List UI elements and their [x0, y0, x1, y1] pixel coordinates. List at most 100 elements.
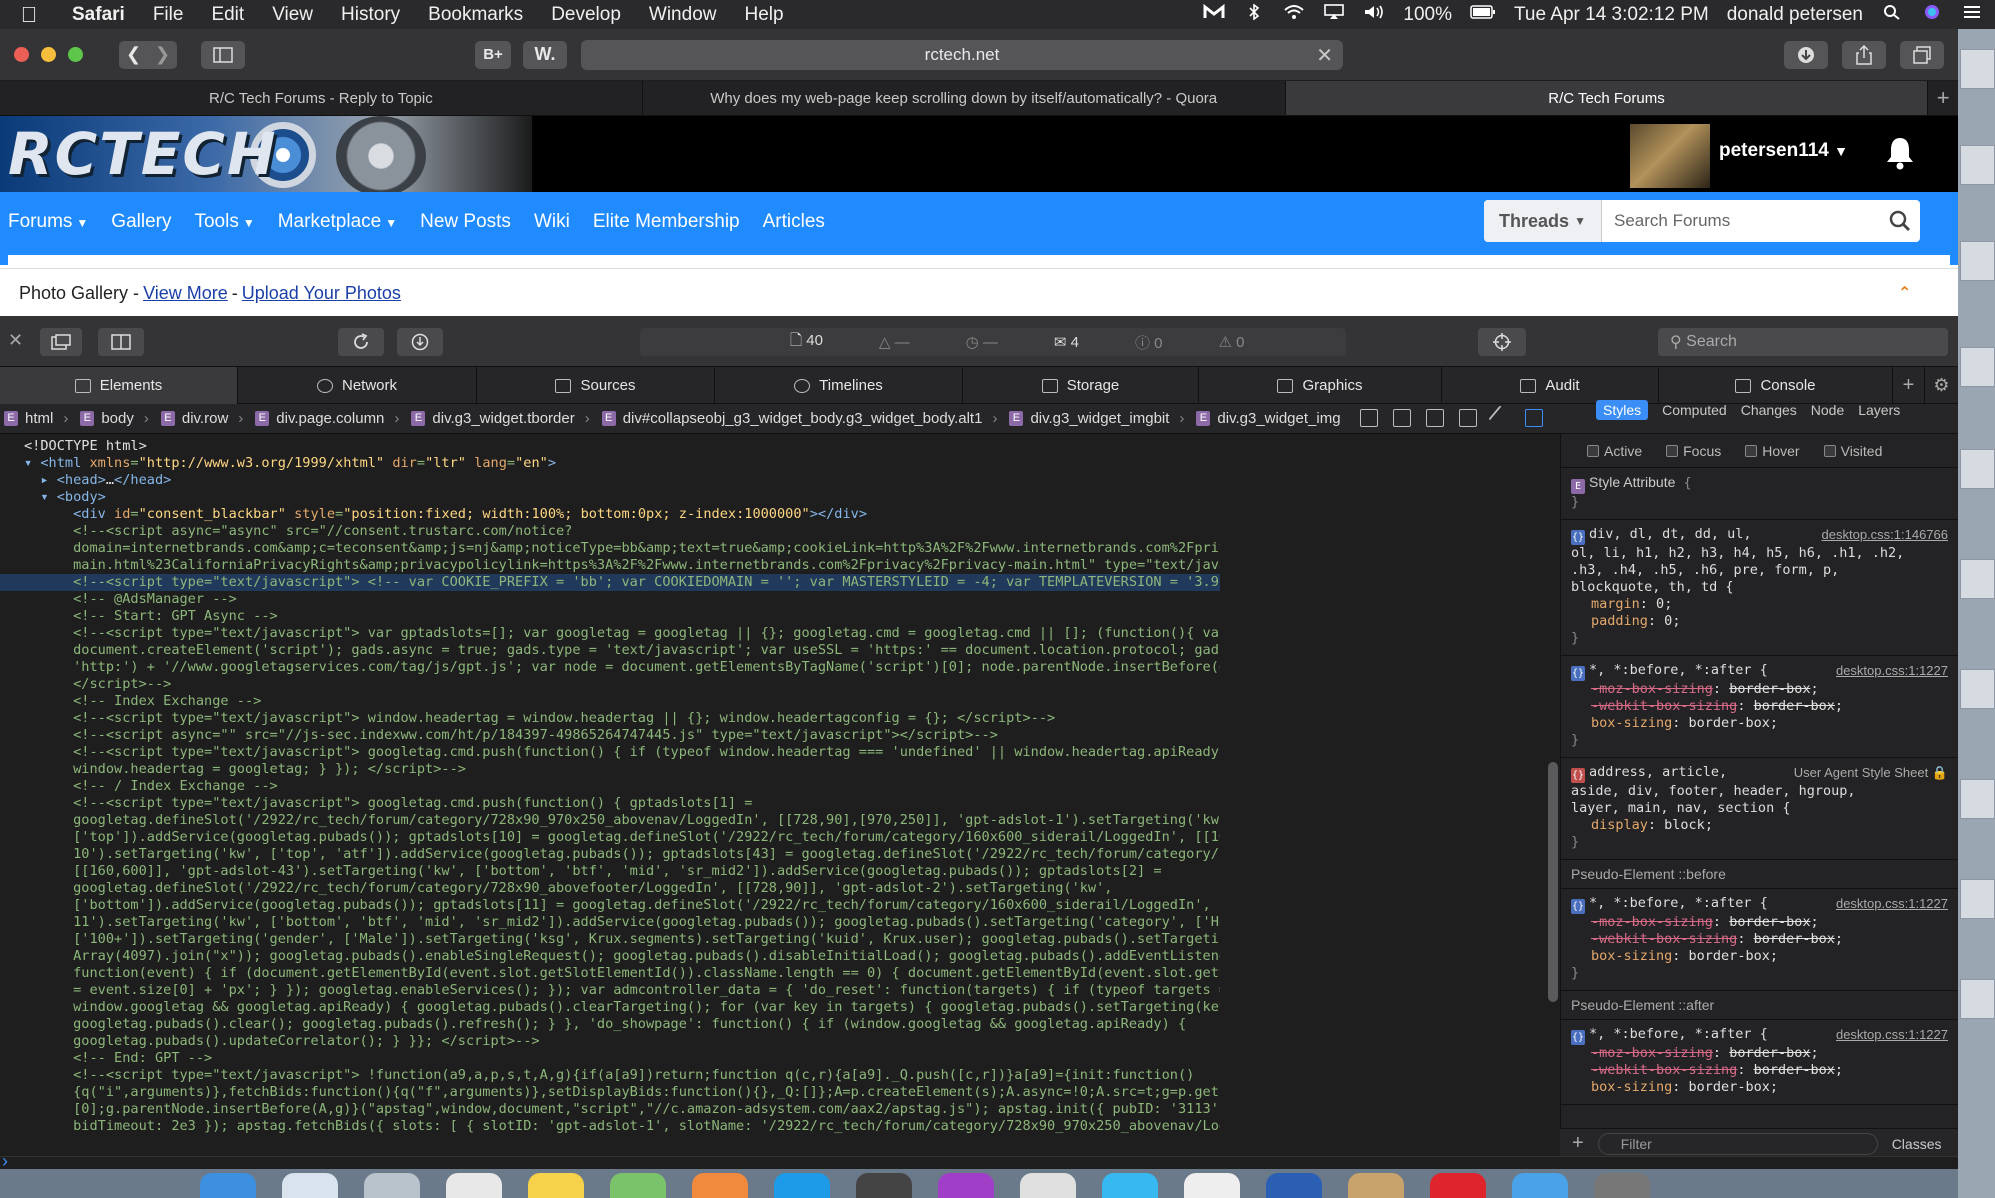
styles-filter-input[interactable]: Filter [1597, 1132, 1878, 1155]
css-value[interactable]: border-box [1754, 698, 1835, 714]
css-rule-user-agent[interactable]: User Agent Style Sheet 🔒 {} address, arti… [1561, 758, 1958, 860]
siri-icon[interactable] [1921, 4, 1943, 26]
css-value[interactable]: border-box [1689, 948, 1770, 964]
notes-dock-icon[interactable] [528, 1173, 584, 1198]
dom-node[interactable]: </script>--> [0, 676, 1220, 693]
notification-center-icon[interactable] [1961, 4, 1983, 26]
extension-w-button[interactable]: W. [523, 40, 567, 69]
spotlight-icon[interactable] [1881, 4, 1903, 26]
menubar-user[interactable]: donald petersen [1727, 4, 1863, 26]
nav-forums[interactable]: Forums ▼ [0, 211, 103, 233]
podcasts-dock-icon[interactable] [938, 1173, 994, 1198]
dom-node[interactable]: <div id="consent_blackbar" style="positi… [0, 506, 1220, 523]
search-submit-button[interactable] [1880, 200, 1920, 242]
desktop-file-icon[interactable] [1960, 347, 1995, 387]
css-property-overridden[interactable]: -webkit-box-sizing [1571, 698, 1737, 714]
console-messages-count[interactable]: ✉ 4 [1054, 333, 1107, 351]
nav-new-posts[interactable]: New Posts [412, 211, 526, 233]
browser-tab[interactable]: R/C Tech Forums - Reply to Topic [0, 81, 643, 115]
print-styles-icon[interactable] [1393, 409, 1411, 427]
style-attribute-rule[interactable]: E Style Attribute {} [1561, 468, 1958, 520]
finder-dock-icon[interactable] [200, 1173, 256, 1198]
css-value[interactable]: border-box [1754, 1062, 1835, 1078]
css-rule-reset[interactable]: desktop.css:1:146766 {} div, dl, dt, dd, … [1561, 520, 1958, 656]
share-button[interactable] [1842, 40, 1886, 69]
desktop-file-icon[interactable] [1960, 879, 1995, 919]
nav-articles[interactable]: Articles [755, 211, 840, 233]
dom-node[interactable]: ['bottom']).addService(googletag.pubads(… [0, 897, 1220, 914]
notifications-bell-icon[interactable] [1884, 136, 1916, 170]
tab-network[interactable]: Network [238, 367, 477, 404]
menu-window[interactable]: Window [635, 4, 731, 26]
nav-wiki[interactable]: Wiki [526, 211, 585, 233]
browser-tab-active[interactable]: R/C Tech Forums [1285, 81, 1929, 115]
desktop-file-icon[interactable] [1960, 241, 1995, 281]
dom-node-selected[interactable]: <!--<script type="text/javascript"> <!--… [0, 574, 1220, 591]
tab-storage[interactable]: Storage [963, 367, 1199, 404]
css-property-overridden[interactable]: -webkit-box-sizing [1571, 1062, 1737, 1078]
safari-dock-icon[interactable] [282, 1173, 338, 1198]
breadcrumb-item[interactable]: Ediv.row › [160, 410, 243, 427]
dom-node[interactable]: domain=internetbrands.com&amp;c=teconsen… [0, 540, 1220, 557]
css-property-overridden[interactable]: -moz-box-sizing [1571, 914, 1713, 930]
css-property[interactable]: box-sizing [1571, 1079, 1672, 1095]
css-value[interactable]: border-box [1689, 1079, 1770, 1095]
tab-changes[interactable]: Changes [1741, 402, 1797, 418]
tab-node[interactable]: Node [1811, 402, 1844, 418]
menu-app-safari[interactable]: Safari [58, 4, 139, 26]
css-value[interactable]: border-box [1729, 681, 1810, 697]
user-avatar[interactable] [1630, 124, 1710, 188]
window-minimize-button[interactable] [41, 47, 56, 62]
dom-node[interactable]: window.headertag = googletag; } }); </sc… [0, 761, 1220, 778]
menu-develop[interactable]: Develop [537, 4, 635, 26]
css-property[interactable]: box-sizing [1571, 948, 1672, 964]
classes-toggle-button[interactable]: Classes [1892, 1136, 1942, 1152]
reminders-dock-icon[interactable] [1184, 1173, 1240, 1198]
browser-tab[interactable]: Why does my web-page keep scrolling down… [643, 81, 1286, 115]
dom-node[interactable]: <!-- / Index Exchange --> [0, 778, 1220, 795]
volume-icon[interactable] [1363, 4, 1385, 26]
numbers-dock-icon[interactable] [610, 1173, 666, 1198]
messages-dock-icon[interactable] [1102, 1173, 1158, 1198]
word-dock-icon[interactable] [1266, 1173, 1322, 1198]
inspector-search-field[interactable]: ⚲ Search [1658, 328, 1948, 356]
dom-node[interactable]: <!--<script async="" src="//js-sec.index… [0, 727, 1220, 744]
css-value[interactable]: border-box [1754, 931, 1835, 947]
menu-bookmarks[interactable]: Bookmarks [414, 4, 537, 26]
preview-dock-icon[interactable] [1020, 1173, 1076, 1198]
resources-count[interactable]: 🗋 40 [790, 330, 851, 355]
dom-node[interactable]: <!--<script async="async" src="//consent… [0, 523, 1220, 540]
dom-node[interactable]: <!--<script type="text/javascript"> var … [0, 625, 1220, 642]
dom-node[interactable]: googletag.pubads().updateCorrelator(); }… [0, 1033, 1220, 1050]
network-utility-dock-icon[interactable] [1512, 1173, 1568, 1198]
menu-view[interactable]: View [258, 4, 327, 26]
apple-menu-icon[interactable]:  [0, 2, 58, 28]
dom-node[interactable]: <!--<script type="text/javascript"> goog… [0, 795, 1220, 812]
dom-node[interactable]: ['100+']).setTargeting('gender', ['Male'… [0, 931, 1220, 948]
css-value[interactable]: border-box [1729, 1045, 1810, 1061]
dom-node[interactable]: ['top']).addService(googletag.pubads());… [0, 829, 1220, 846]
desktop-file-icon[interactable] [1960, 145, 1995, 185]
downloads-button[interactable] [1784, 40, 1828, 69]
dom-node[interactable]: ▾ <html xmlns="http://www.w3.org/1999/xh… [0, 455, 1220, 472]
window-close-button[interactable] [14, 47, 29, 62]
quick-console[interactable]: › [0, 1151, 1958, 1171]
layout-overlay-icon[interactable] [1360, 409, 1378, 427]
pseudo-active-checkbox[interactable]: Active [1587, 443, 1642, 459]
desktop-file-icon[interactable] [1960, 779, 1995, 819]
css-property[interactable]: margin [1571, 596, 1640, 612]
dom-node[interactable]: = event.size[0] + 'px'; } }); googletag.… [0, 982, 1220, 999]
rule-source-link[interactable]: desktop.css:1:146766 [1822, 526, 1948, 543]
forward-icon[interactable]: ❯ [148, 44, 177, 65]
nav-elite-membership[interactable]: Elite Membership [585, 211, 755, 233]
address-bar[interactable]: rctech.net ✕ [581, 39, 1343, 70]
breadcrumb-item[interactable]: Ediv.g3_widget_img [1196, 410, 1341, 427]
tab-timelines[interactable]: Timelines [715, 367, 963, 404]
dom-node[interactable]: <!-- Start: GPT Async --> [0, 608, 1220, 625]
download-archive-button[interactable] [397, 328, 443, 356]
dom-node[interactable]: ▸ <head>…</head> [0, 472, 1220, 489]
dom-node[interactable]: 10').setTargeting('kw', ['top', 'atf']).… [0, 846, 1220, 863]
username-menu[interactable]: petersen114 ▼ [1719, 140, 1848, 162]
tab-graphics[interactable]: Graphics [1199, 367, 1442, 404]
desktop-file-icon[interactable] [1960, 669, 1995, 709]
